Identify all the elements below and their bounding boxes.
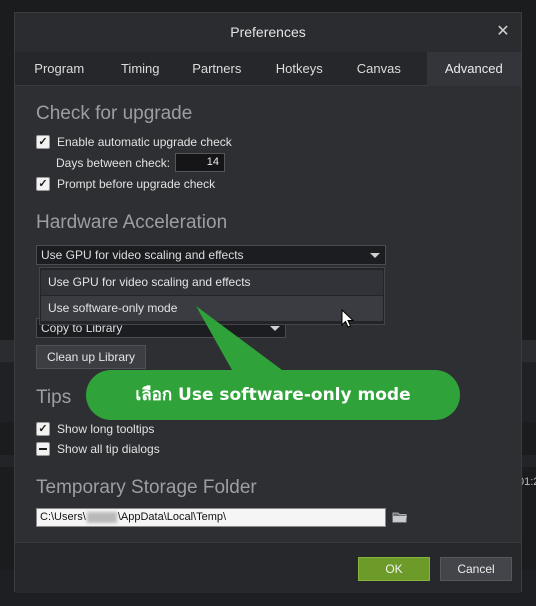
folder-icon[interactable] bbox=[390, 508, 410, 527]
hardware-select-value: Use GPU for video scaling and effects bbox=[41, 248, 244, 262]
all-tips-row[interactable]: Show all tip dialogs bbox=[36, 441, 160, 457]
tab-program[interactable]: Program bbox=[15, 52, 103, 86]
cancel-button[interactable]: Cancel bbox=[440, 557, 512, 581]
close-icon[interactable]: ✕ bbox=[493, 22, 513, 42]
long-tooltips-checkbox[interactable]: ✓ bbox=[36, 422, 50, 436]
section-title-temp: Temporary Storage Folder bbox=[36, 477, 257, 498]
hardware-dropdown-list: Use GPU for video scaling and effects Us… bbox=[39, 267, 385, 325]
tab-hotkeys[interactable]: Hotkeys bbox=[257, 52, 342, 86]
hardware-select[interactable]: Use GPU for video scaling and effects bbox=[36, 245, 386, 265]
cleanup-library-button[interactable]: Clean up Library bbox=[36, 345, 146, 369]
tab-canvas[interactable]: Canvas bbox=[342, 52, 416, 86]
long-tooltips-label: Show long tooltips bbox=[57, 422, 155, 436]
prompt-upgrade-row[interactable]: ✓ Prompt before upgrade check bbox=[36, 176, 215, 192]
section-title-hardware: Hardware Acceleration bbox=[36, 212, 228, 233]
chevron-down-icon bbox=[270, 326, 280, 331]
temp-path-prefix: C:\Users\ bbox=[40, 511, 86, 523]
temp-path-suffix: \AppData\Local\Temp\ bbox=[117, 511, 227, 523]
tab-timing[interactable]: Timing bbox=[103, 52, 177, 86]
redacted-username bbox=[86, 511, 117, 523]
annotation-text: เลือก Use software-only mode bbox=[135, 385, 411, 405]
section-title-upgrade: Check for upgrade bbox=[36, 103, 193, 124]
temp-path-input[interactable]: C:\Users\ \AppData\Local\Temp\ bbox=[36, 508, 386, 527]
days-between-input[interactable]: 14 bbox=[175, 153, 225, 172]
auto-upgrade-row[interactable]: ✓ Enable automatic upgrade check bbox=[36, 134, 232, 150]
auto-upgrade-label: Enable automatic upgrade check bbox=[57, 135, 232, 149]
long-tooltips-row[interactable]: ✓ Show long tooltips bbox=[36, 421, 154, 437]
ok-button[interactable]: OK bbox=[358, 557, 430, 581]
preferences-dialog: Preferences ✕ Program Timing Partners Ho… bbox=[14, 12, 522, 593]
all-tips-label: Show all tip dialogs bbox=[57, 442, 160, 456]
prompt-upgrade-label: Prompt before upgrade check bbox=[57, 177, 216, 191]
auto-upgrade-checkbox[interactable]: ✓ bbox=[36, 135, 50, 149]
days-between-label: Days between check: bbox=[56, 156, 171, 170]
dialog-footer: OK Cancel bbox=[15, 542, 521, 593]
tab-advanced[interactable]: Advanced bbox=[426, 52, 521, 86]
dialog-title: Preferences bbox=[15, 13, 521, 52]
section-title-tips: Tips bbox=[36, 387, 72, 408]
dropdown-option-gpu[interactable]: Use GPU for video scaling and effects bbox=[41, 270, 383, 295]
tab-bar: Program Timing Partners Hotkeys Canvas A… bbox=[15, 52, 521, 86]
tab-partners[interactable]: Partners bbox=[177, 52, 257, 86]
prompt-upgrade-checkbox[interactable]: ✓ bbox=[36, 177, 50, 191]
all-tips-checkbox[interactable] bbox=[36, 442, 50, 456]
chevron-down-icon bbox=[370, 253, 380, 258]
dropdown-option-software[interactable]: Use software-only mode bbox=[41, 296, 383, 321]
mouse-cursor-icon bbox=[341, 309, 355, 328]
